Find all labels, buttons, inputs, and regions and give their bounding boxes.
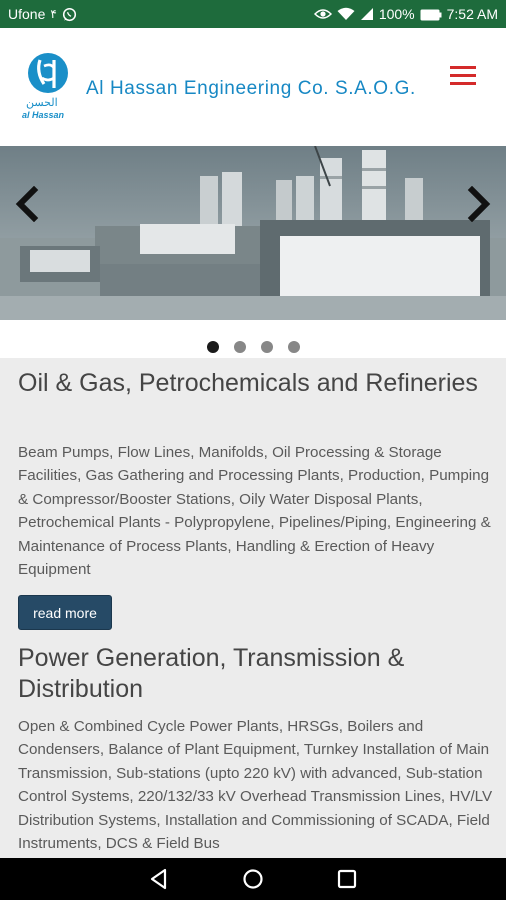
- android-nav-bar: [0, 858, 506, 900]
- read-more-button[interactable]: read more: [18, 595, 112, 630]
- signal-icon: [360, 7, 374, 21]
- carrier-mark: ۴: [50, 7, 57, 21]
- logo-arabic-text: الحسن: [26, 97, 58, 109]
- carousel-prev-button[interactable]: [10, 185, 46, 223]
- battery-icon: [420, 8, 442, 21]
- status-time: 7:52 AM: [446, 6, 498, 22]
- carousel-dot-4[interactable]: [288, 341, 300, 353]
- hamburger-menu-icon[interactable]: [448, 64, 478, 88]
- home-circle-icon[interactable]: [240, 866, 266, 892]
- status-bar: Ufone ۴ 100% 7:52 AM: [0, 0, 506, 28]
- section-title-power: Power Generation, Transmission & Distrib…: [18, 644, 405, 703]
- carousel-image: [0, 146, 506, 320]
- section-body-oil-gas: Beam Pumps, Flow Lines, Manifolds, Oil P…: [18, 444, 491, 579]
- wifi-icon: [337, 7, 355, 21]
- services-content: Oil & Gas, Petrochemicals and Refineries…: [0, 358, 506, 858]
- recents-square-icon[interactable]: [334, 866, 360, 892]
- company-logo[interactable]: الحسن al Hassan: [20, 52, 78, 124]
- carrier-name: Ufone: [8, 6, 46, 22]
- carousel-dot-2[interactable]: [234, 341, 246, 353]
- section-title-oil-gas: Oil & Gas, Petrochemicals and Refineries: [18, 369, 478, 397]
- back-triangle-icon[interactable]: [146, 866, 172, 892]
- status-bar-left: Ufone ۴: [8, 0, 77, 28]
- whatsapp-icon: [62, 7, 77, 22]
- battery-percent: 100%: [378, 6, 415, 22]
- section-body-power: Open & Combined Cycle Power Plants, HRSG…: [18, 718, 493, 853]
- chevron-left-icon: [15, 185, 39, 223]
- site-header: الحسن al Hassan Al Hassan Engineering Co…: [0, 28, 506, 146]
- status-bar-right: 100% 7:52 AM: [313, 0, 498, 28]
- hero-carousel[interactable]: [0, 146, 506, 320]
- carousel-indicators: [0, 320, 506, 358]
- company-name[interactable]: Al Hassan Engineering Co. S.A.O.G.: [86, 78, 416, 100]
- eye-icon: [313, 7, 332, 21]
- chevron-right-icon: [467, 185, 491, 223]
- carousel-dot-1[interactable]: [207, 341, 219, 353]
- carousel-next-button[interactable]: [460, 185, 496, 223]
- logo-latin-text: al Hassan: [22, 110, 65, 120]
- carousel-dot-3[interactable]: [261, 341, 273, 353]
